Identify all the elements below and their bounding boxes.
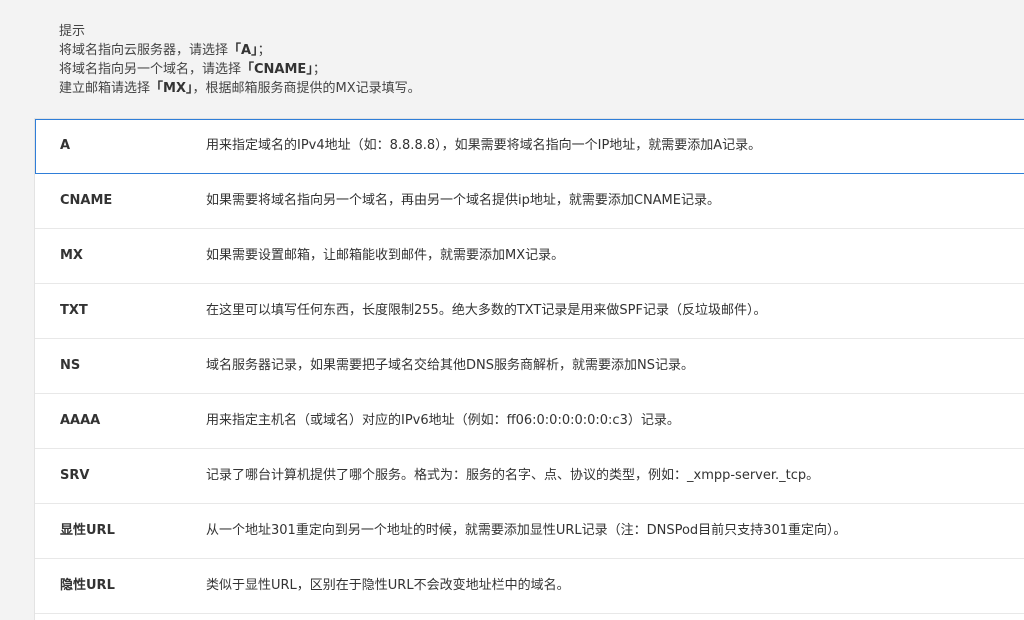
tip-title: 提示 (59, 24, 86, 39)
record-description: 从一个地址301重定向到另一个地址的时候，就需要添加显性URL记录（注：DNSP… (206, 523, 847, 538)
record-description: 记录了哪台计算机提供了哪个服务。格式为：服务的名字、点、协议的类型，例如：_xm… (206, 468, 820, 483)
tip-line-text: 将域名指向另一个域名，请选择 (59, 62, 242, 77)
tip-panel: 提示 将域名指向云服务器，请选择「A」； 将域名指向另一个域名，请选择「CNAM… (59, 22, 421, 98)
record-type: MX (60, 248, 83, 263)
record-description: 类似于显性URL，区别在于隐性URL不会改变地址栏中的域名。 (206, 578, 570, 593)
table-row[interactable]: 隐性URL 类似于显性URL，区别在于隐性URL不会改变地址栏中的域名。 (35, 559, 1024, 614)
table-row[interactable]: CNAME 如果需要将域名指向另一个域名，再由另一个域名提供ip地址，就需要添加… (35, 174, 1024, 229)
table-row[interactable]: TXT 在这里可以填写任何东西，长度限制255。绝大多数的TXT记录是用来做SP… (35, 284, 1024, 339)
table-row[interactable]: MX 如果需要设置邮箱，让邮箱能收到邮件，就需要添加MX记录。 (35, 229, 1024, 284)
record-description: 域名服务器记录，如果需要把子域名交给其他DNS服务商解析，就需要添加NS记录。 (206, 358, 694, 373)
tip-line-mx: 建立邮箱请选择「MX」，根据邮箱服务商提供的MX记录填写。 (59, 79, 421, 98)
record-type: 隐性URL (60, 578, 115, 593)
record-type: SRV (60, 468, 90, 483)
table-row[interactable]: A 用来指定域名的IPv4地址（如：8.8.8.8），如果需要将域名指向一个IP… (35, 119, 1024, 174)
tip-line-a: 将域名指向云服务器，请选择「A」； (59, 41, 421, 60)
table-row[interactable]: 显性URL 从一个地址301重定向到另一个地址的时候，就需要添加显性URL记录（… (35, 504, 1024, 559)
record-description: 如果需要将域名指向另一个域名，再由另一个域名提供ip地址，就需要添加CNAME记… (206, 193, 720, 208)
record-type: A (60, 138, 71, 153)
table-row[interactable]: NS 域名服务器记录，如果需要把子域名交给其他DNS服务商解析，就需要添加NS记… (35, 339, 1024, 394)
table-row[interactable]: SRV 记录了哪台计算机提供了哪个服务。格式为：服务的名字、点、协议的类型，例如… (35, 449, 1024, 504)
tip-line-key: 「A」 (228, 43, 258, 58)
record-description: 如果需要设置邮箱，让邮箱能收到邮件，就需要添加MX记录。 (206, 248, 565, 263)
tip-line-key: 「MX」 (150, 81, 193, 96)
record-description: 用来指定主机名（或域名）对应的IPv6地址（例如：ff06:0:0:0:0:0:… (206, 413, 680, 428)
tip-line-text: ； (312, 62, 326, 77)
record-type: CNAME (60, 193, 113, 208)
table-row[interactable]: AAAA 用来指定主机名（或域名）对应的IPv6地址（例如：ff06:0:0:0… (35, 394, 1024, 449)
record-type: NS (60, 358, 81, 373)
record-type-table: A 用来指定域名的IPv4地址（如：8.8.8.8），如果需要将域名指向一个IP… (34, 118, 1024, 620)
tip-line-text: ，根据邮箱服务商提供的MX记录填写。 (192, 81, 421, 96)
tip-line-key: 「CNAME」 (241, 62, 313, 77)
record-type: TXT (60, 303, 88, 318)
record-description: 用来指定域名的IPv4地址（如：8.8.8.8），如果需要将域名指向一个IP地址… (206, 138, 762, 153)
tip-line-text: ； (257, 43, 271, 58)
tip-line-cname: 将域名指向另一个域名，请选择「CNAME」； (59, 60, 421, 79)
record-description: 在这里可以填写任何东西，长度限制255。绝大多数的TXT记录是用来做SPF记录（… (206, 303, 767, 318)
record-type: 显性URL (60, 523, 115, 538)
record-type: AAAA (60, 413, 101, 428)
tip-line-text: 建立邮箱请选择 (59, 81, 151, 96)
tip-line-text: 将域名指向云服务器，请选择 (59, 43, 229, 58)
